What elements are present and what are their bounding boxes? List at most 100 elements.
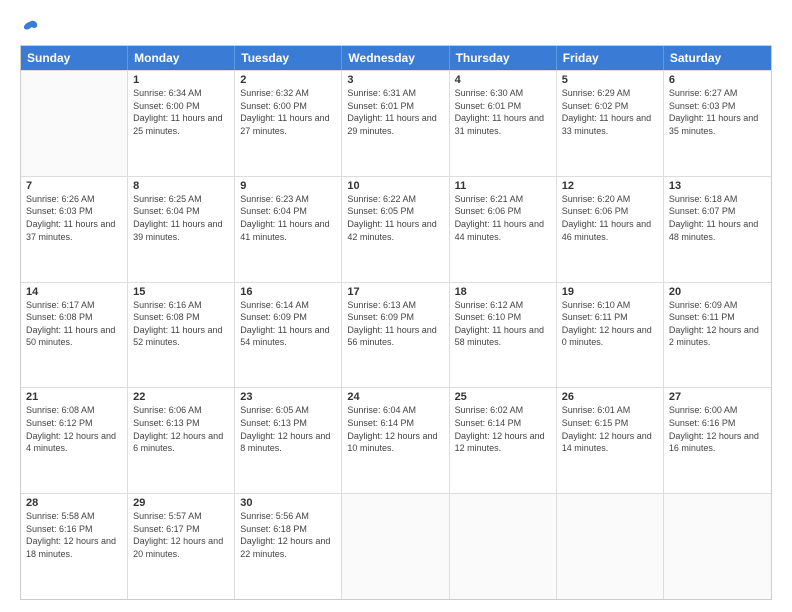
cell-info: Sunrise: 6:16 AMSunset: 6:08 PMDaylight:… [133, 300, 222, 348]
day-number: 29 [133, 497, 229, 509]
header-day-friday: Friday [557, 46, 664, 70]
day-number: 7 [26, 180, 122, 192]
cal-cell-15: 15 Sunrise: 6:16 AMSunset: 6:08 PMDaylig… [128, 283, 235, 388]
cal-row-4: 28 Sunrise: 5:58 AMSunset: 6:16 PMDaylig… [21, 493, 771, 599]
cal-cell-empty [21, 71, 128, 176]
cal-cell-27: 27 Sunrise: 6:00 AMSunset: 6:16 PMDaylig… [664, 388, 771, 493]
cell-info: Sunrise: 6:04 AMSunset: 6:14 PMDaylight:… [347, 405, 437, 453]
header-day-monday: Monday [128, 46, 235, 70]
cal-cell-21: 21 Sunrise: 6:08 AMSunset: 6:12 PMDaylig… [21, 388, 128, 493]
cell-info: Sunrise: 6:21 AMSunset: 6:06 PMDaylight:… [455, 194, 544, 242]
day-number: 30 [240, 497, 336, 509]
day-number: 17 [347, 286, 443, 298]
header [20, 16, 772, 37]
cell-info: Sunrise: 6:10 AMSunset: 6:11 PMDaylight:… [562, 300, 652, 348]
day-number: 2 [240, 74, 336, 86]
cell-info: Sunrise: 6:06 AMSunset: 6:13 PMDaylight:… [133, 405, 223, 453]
cal-cell-19: 19 Sunrise: 6:10 AMSunset: 6:11 PMDaylig… [557, 283, 664, 388]
cell-info: Sunrise: 6:34 AMSunset: 6:00 PMDaylight:… [133, 88, 222, 136]
calendar: SundayMondayTuesdayWednesdayThursdayFrid… [20, 45, 772, 600]
cell-info: Sunrise: 5:56 AMSunset: 6:18 PMDaylight:… [240, 511, 330, 559]
cal-cell-4: 4 Sunrise: 6:30 AMSunset: 6:01 PMDayligh… [450, 71, 557, 176]
cell-info: Sunrise: 6:26 AMSunset: 6:03 PMDaylight:… [26, 194, 115, 242]
cal-cell-29: 29 Sunrise: 5:57 AMSunset: 6:17 PMDaylig… [128, 494, 235, 599]
cal-cell-8: 8 Sunrise: 6:25 AMSunset: 6:04 PMDayligh… [128, 177, 235, 282]
cell-info: Sunrise: 5:57 AMSunset: 6:17 PMDaylight:… [133, 511, 223, 559]
cal-cell-6: 6 Sunrise: 6:27 AMSunset: 6:03 PMDayligh… [664, 71, 771, 176]
cal-row-3: 21 Sunrise: 6:08 AMSunset: 6:12 PMDaylig… [21, 387, 771, 493]
cal-cell-11: 11 Sunrise: 6:21 AMSunset: 6:06 PMDaylig… [450, 177, 557, 282]
cell-info: Sunrise: 6:25 AMSunset: 6:04 PMDaylight:… [133, 194, 222, 242]
cal-cell-13: 13 Sunrise: 6:18 AMSunset: 6:07 PMDaylig… [664, 177, 771, 282]
day-number: 14 [26, 286, 122, 298]
cal-cell-24: 24 Sunrise: 6:04 AMSunset: 6:14 PMDaylig… [342, 388, 449, 493]
day-number: 22 [133, 391, 229, 403]
cell-info: Sunrise: 6:14 AMSunset: 6:09 PMDaylight:… [240, 300, 329, 348]
cell-info: Sunrise: 6:13 AMSunset: 6:09 PMDaylight:… [347, 300, 436, 348]
cal-cell-10: 10 Sunrise: 6:22 AMSunset: 6:05 PMDaylig… [342, 177, 449, 282]
day-number: 19 [562, 286, 658, 298]
cal-cell-18: 18 Sunrise: 6:12 AMSunset: 6:10 PMDaylig… [450, 283, 557, 388]
header-day-tuesday: Tuesday [235, 46, 342, 70]
day-number: 25 [455, 391, 551, 403]
day-number: 21 [26, 391, 122, 403]
cal-cell-30: 30 Sunrise: 5:56 AMSunset: 6:18 PMDaylig… [235, 494, 342, 599]
day-number: 9 [240, 180, 336, 192]
cell-info: Sunrise: 6:32 AMSunset: 6:00 PMDaylight:… [240, 88, 329, 136]
header-day-thursday: Thursday [450, 46, 557, 70]
cal-row-2: 14 Sunrise: 6:17 AMSunset: 6:08 PMDaylig… [21, 282, 771, 388]
day-number: 13 [669, 180, 766, 192]
cal-cell-9: 9 Sunrise: 6:23 AMSunset: 6:04 PMDayligh… [235, 177, 342, 282]
cell-info: Sunrise: 6:05 AMSunset: 6:13 PMDaylight:… [240, 405, 330, 453]
cal-cell-23: 23 Sunrise: 6:05 AMSunset: 6:13 PMDaylig… [235, 388, 342, 493]
cal-cell-20: 20 Sunrise: 6:09 AMSunset: 6:11 PMDaylig… [664, 283, 771, 388]
cell-info: Sunrise: 6:30 AMSunset: 6:01 PMDaylight:… [455, 88, 544, 136]
header-day-saturday: Saturday [664, 46, 771, 70]
cal-cell-25: 25 Sunrise: 6:02 AMSunset: 6:14 PMDaylig… [450, 388, 557, 493]
day-number: 28 [26, 497, 122, 509]
cell-info: Sunrise: 6:31 AMSunset: 6:01 PMDaylight:… [347, 88, 436, 136]
cell-info: Sunrise: 6:29 AMSunset: 6:02 PMDaylight:… [562, 88, 651, 136]
day-number: 26 [562, 391, 658, 403]
day-number: 15 [133, 286, 229, 298]
cell-info: Sunrise: 6:12 AMSunset: 6:10 PMDaylight:… [455, 300, 544, 348]
cal-cell-empty [557, 494, 664, 599]
cal-cell-16: 16 Sunrise: 6:14 AMSunset: 6:09 PMDaylig… [235, 283, 342, 388]
cal-cell-empty [342, 494, 449, 599]
day-number: 3 [347, 74, 443, 86]
cal-cell-17: 17 Sunrise: 6:13 AMSunset: 6:09 PMDaylig… [342, 283, 449, 388]
cal-cell-5: 5 Sunrise: 6:29 AMSunset: 6:02 PMDayligh… [557, 71, 664, 176]
cal-cell-22: 22 Sunrise: 6:06 AMSunset: 6:13 PMDaylig… [128, 388, 235, 493]
day-number: 5 [562, 74, 658, 86]
day-number: 11 [455, 180, 551, 192]
day-number: 24 [347, 391, 443, 403]
cal-cell-28: 28 Sunrise: 5:58 AMSunset: 6:16 PMDaylig… [21, 494, 128, 599]
cal-cell-1: 1 Sunrise: 6:34 AMSunset: 6:00 PMDayligh… [128, 71, 235, 176]
day-number: 16 [240, 286, 336, 298]
day-number: 23 [240, 391, 336, 403]
day-number: 8 [133, 180, 229, 192]
cal-row-1: 7 Sunrise: 6:26 AMSunset: 6:03 PMDayligh… [21, 176, 771, 282]
cell-info: Sunrise: 6:23 AMSunset: 6:04 PMDaylight:… [240, 194, 329, 242]
cell-info: Sunrise: 6:22 AMSunset: 6:05 PMDaylight:… [347, 194, 436, 242]
cal-cell-26: 26 Sunrise: 6:01 AMSunset: 6:15 PMDaylig… [557, 388, 664, 493]
cal-cell-14: 14 Sunrise: 6:17 AMSunset: 6:08 PMDaylig… [21, 283, 128, 388]
cell-info: Sunrise: 6:17 AMSunset: 6:08 PMDaylight:… [26, 300, 115, 348]
cal-cell-empty [450, 494, 557, 599]
cell-info: Sunrise: 6:27 AMSunset: 6:03 PMDaylight:… [669, 88, 758, 136]
day-number: 4 [455, 74, 551, 86]
page: SundayMondayTuesdayWednesdayThursdayFrid… [0, 0, 792, 612]
cal-cell-3: 3 Sunrise: 6:31 AMSunset: 6:01 PMDayligh… [342, 71, 449, 176]
day-number: 1 [133, 74, 229, 86]
cal-cell-2: 2 Sunrise: 6:32 AMSunset: 6:00 PMDayligh… [235, 71, 342, 176]
cal-row-0: 1 Sunrise: 6:34 AMSunset: 6:00 PMDayligh… [21, 70, 771, 176]
header-day-sunday: Sunday [21, 46, 128, 70]
logo-bird-icon [21, 18, 39, 36]
day-number: 10 [347, 180, 443, 192]
cell-info: Sunrise: 6:20 AMSunset: 6:06 PMDaylight:… [562, 194, 651, 242]
day-number: 6 [669, 74, 766, 86]
day-number: 20 [669, 286, 766, 298]
cell-info: Sunrise: 6:01 AMSunset: 6:15 PMDaylight:… [562, 405, 652, 453]
cal-cell-7: 7 Sunrise: 6:26 AMSunset: 6:03 PMDayligh… [21, 177, 128, 282]
calendar-header: SundayMondayTuesdayWednesdayThursdayFrid… [21, 46, 771, 70]
